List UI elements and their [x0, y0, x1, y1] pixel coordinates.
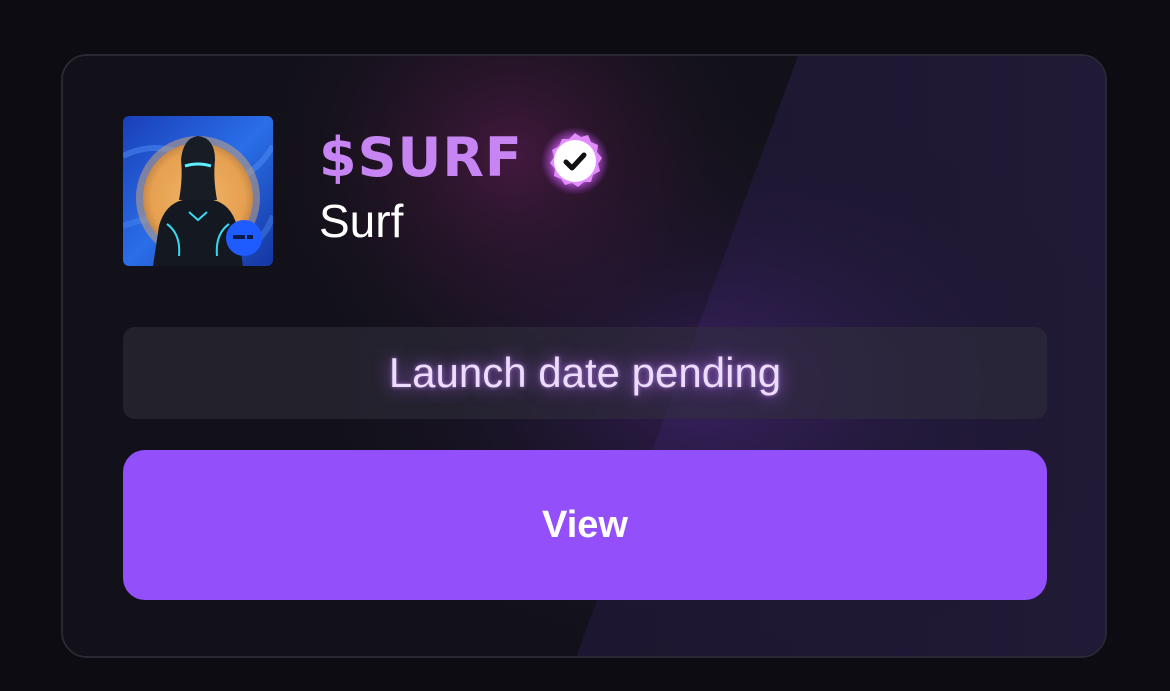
- token-ticker: $SURF: [319, 126, 523, 189]
- view-button-label: View: [542, 503, 628, 546]
- launch-status-banner: Launch date pending: [123, 327, 1047, 419]
- verified-badge-icon: [541, 127, 609, 195]
- token-name: Surf: [319, 195, 404, 247]
- view-button[interactable]: View: [123, 450, 1047, 600]
- token-card: $SURF Surf Launch date pending View: [61, 54, 1107, 658]
- token-avatar: [123, 116, 273, 266]
- launch-status-text: Launch date pending: [388, 349, 782, 396]
- armored-figure-avatar-icon: [123, 116, 273, 266]
